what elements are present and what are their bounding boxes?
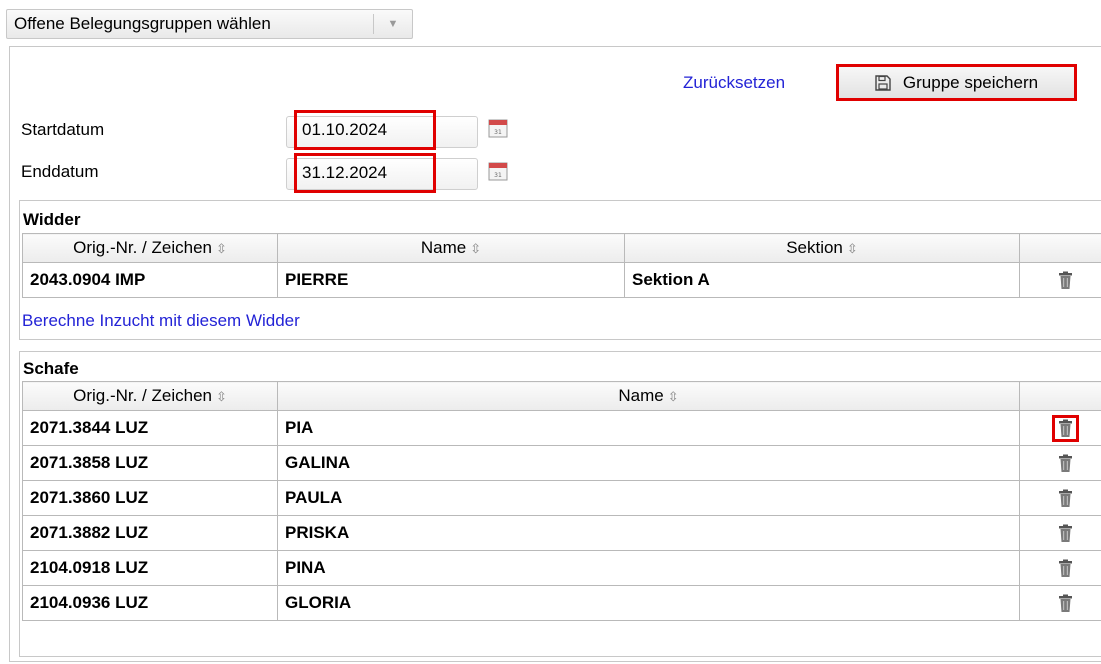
delete-cell [1019, 550, 1101, 586]
sheep-name: GALINA [277, 445, 1020, 481]
end-date-label: Enddatum [21, 162, 99, 181]
trash-icon[interactable] [1058, 419, 1073, 438]
delete-cell [1019, 585, 1101, 621]
rams-title: Widder [23, 210, 81, 229]
column-header-name[interactable]: Name ⇳ [277, 233, 625, 263]
delete-cell [1019, 515, 1101, 551]
trash-icon[interactable] [1058, 524, 1073, 543]
ram-section: Sektion A [624, 262, 1020, 298]
inbreeding-calc-link[interactable]: Berechne Inzucht mit diesem Widder [22, 311, 300, 331]
ram-nr: 2043.0904 IMP [22, 262, 278, 298]
calendar-icon[interactable]: 31 [487, 160, 509, 182]
sheep-nr: 2071.3844 LUZ [22, 410, 278, 446]
calendar-icon[interactable]: 31 [487, 117, 509, 139]
save-button-label: Gruppe speichern [902, 72, 1039, 92]
sheep-nr: 2071.3882 LUZ [22, 515, 278, 551]
column-header-section[interactable]: Sektion ⇳ [624, 233, 1020, 263]
sheep-table: Orig.-Nr. / Zeichen ⇳ Name ⇳ 2071.3844 LUZ… [22, 381, 1101, 621]
table-row: 2043.0904 IMP PIERRE Sektion A [22, 262, 1101, 298]
sort-arrows-icon: ⇳ [215, 241, 227, 256]
sheep-name: PINA [277, 550, 1020, 586]
table-row: 2071.3860 LUZ PAULA [22, 480, 1101, 516]
sheep-header-row: Orig.-Nr. / Zeichen ⇳ Name ⇳ [22, 381, 1101, 411]
table-row: 2071.3844 LUZ PIA [22, 410, 1101, 446]
sheep-nr: 2071.3860 LUZ [22, 480, 278, 516]
table-row: 2071.3858 LUZ GALINA [22, 445, 1101, 481]
sort-arrows-icon: ⇳ [470, 241, 482, 256]
sheep-name: GLORIA [277, 585, 1020, 621]
table-row: 2104.0918 LUZ PINA [22, 550, 1101, 586]
trash-icon[interactable] [1058, 271, 1073, 290]
svg-text:31: 31 [494, 129, 502, 136]
trash-icon[interactable] [1058, 594, 1073, 613]
trash-icon[interactable] [1058, 454, 1073, 473]
delete-highlight [1051, 414, 1079, 442]
delete-cell [1019, 445, 1101, 481]
delete-cell [1019, 480, 1101, 516]
start-date-value[interactable]: 01.10.2024 [294, 110, 436, 150]
reset-link[interactable]: Zurücksetzen [683, 73, 785, 93]
floppy-disk-icon [875, 74, 891, 91]
start-date-label: Startdatum [21, 120, 105, 139]
delete-cell [1019, 262, 1101, 298]
table-row: 2071.3882 LUZ PRISKA [22, 515, 1101, 551]
trash-icon[interactable] [1058, 489, 1073, 508]
sheep-name: PAULA [277, 480, 1020, 516]
column-header-nr[interactable]: Orig.-Nr. / Zeichen ⇳ [22, 233, 278, 263]
group-select-dropdown[interactable]: Offene Belegungsgruppen wählen ▼ [6, 9, 413, 39]
sort-arrows-icon: ⇳ [846, 241, 858, 256]
save-group-button[interactable]: Gruppe speichern [836, 64, 1077, 101]
sheep-name: PIA [277, 410, 1020, 446]
sheep-nr: 2104.0918 LUZ [22, 550, 278, 586]
table-row: 2104.0936 LUZ GLORIA [22, 585, 1101, 621]
sheep-nr: 2104.0936 LUZ [22, 585, 278, 621]
rams-header-row: Orig.-Nr. / Zeichen ⇳ Name ⇳ Sektion ⇳ [22, 233, 1101, 263]
chevron-down-icon[interactable]: ▼ [374, 18, 412, 30]
column-header-actions [1019, 233, 1101, 263]
sheep-name: PRISKA [277, 515, 1020, 551]
column-header-name[interactable]: Name ⇳ [277, 381, 1020, 411]
sort-arrows-icon: ⇳ [215, 389, 227, 404]
column-header-nr[interactable]: Orig.-Nr. / Zeichen ⇳ [22, 381, 278, 411]
trash-icon[interactable] [1058, 559, 1073, 578]
group-select-label: Offene Belegungsgruppen wählen [14, 14, 271, 33]
column-header-actions [1019, 381, 1101, 411]
sheep-title: Schafe [23, 359, 79, 378]
end-date-value[interactable]: 31.12.2024 [294, 153, 436, 193]
delete-cell [1019, 410, 1101, 446]
svg-text:31: 31 [494, 172, 502, 179]
sheep-nr: 2071.3858 LUZ [22, 445, 278, 481]
sort-arrows-icon: ⇳ [667, 389, 679, 404]
ram-name: PIERRE [277, 262, 625, 298]
rams-table: Orig.-Nr. / Zeichen ⇳ Name ⇳ Sektion ⇳ 2043… [22, 233, 1101, 298]
